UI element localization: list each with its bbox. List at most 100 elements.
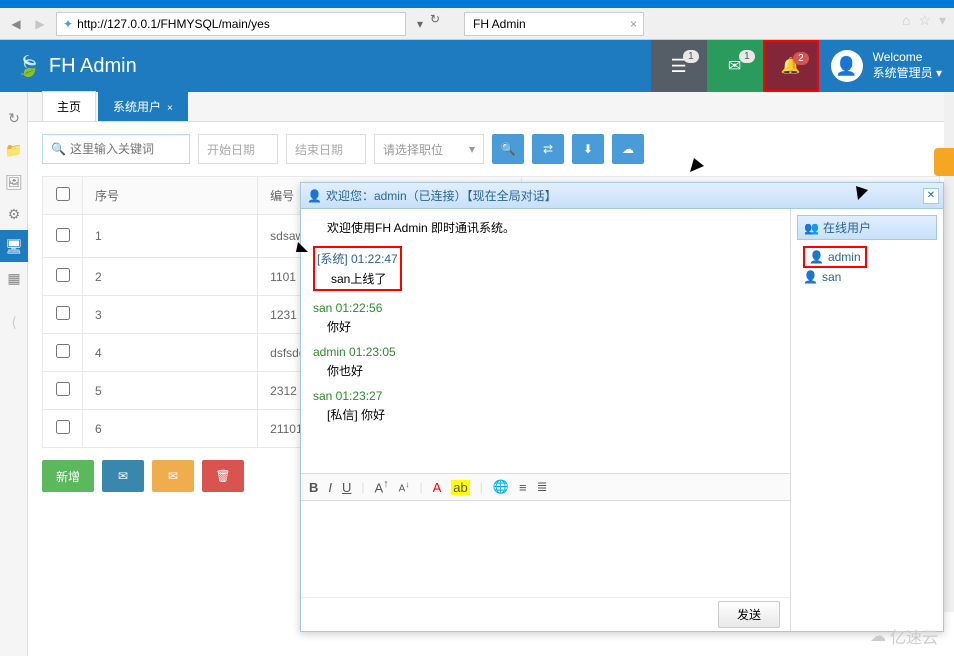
url-dropdown-icon[interactable]: ▾ — [410, 17, 430, 31]
chat-close-button[interactable]: ✕ — [923, 188, 939, 204]
row-checkbox[interactable] — [56, 228, 70, 242]
chat-header[interactable]: 👤 欢迎您：admin（已连接）【现在全局对话】 ✕ — [301, 183, 943, 209]
sidebar-folder-icon[interactable]: 📁 — [0, 134, 28, 166]
position-select[interactable]: 请选择职位▾ — [374, 134, 484, 164]
sidebar-grid-icon[interactable]: ▦ — [0, 262, 28, 294]
welcome-block: Welcome 系统管理员 ▾ — [873, 50, 942, 81]
online-header: 👥 在线用户 — [797, 215, 937, 240]
select-all-checkbox[interactable] — [56, 187, 70, 201]
refresh-button[interactable]: ↻ — [430, 12, 454, 36]
header-bell-button[interactable]: 🔔 2 — [763, 40, 819, 92]
th-checkbox — [43, 177, 83, 215]
browser-top-strip — [0, 0, 954, 8]
date-end-input[interactable]: 结束日期 — [286, 134, 366, 164]
watermark: ☁ 亿速云 — [870, 624, 938, 648]
user-icon: 👤 — [803, 270, 818, 284]
back-button[interactable]: ◀ — [4, 12, 28, 36]
tab-title: FH Admin — [473, 17, 526, 31]
bell-badge: 2 — [793, 52, 809, 65]
sidebar-desktop-icon[interactable]: 🖥 — [0, 230, 28, 262]
header-mail-button[interactable]: ✉ 1 — [707, 40, 763, 92]
url-input[interactable] — [77, 17, 399, 31]
online-user[interactable]: 👤 san — [803, 268, 931, 286]
cell-index: 2 — [83, 258, 258, 296]
list-ul-button[interactable]: ≣ — [537, 479, 548, 495]
chat-input[interactable] — [301, 501, 790, 597]
chat-message: san 01:22:56你好 — [313, 301, 778, 335]
url-box[interactable]: ✦ — [56, 12, 406, 36]
tab-close-icon[interactable]: × — [630, 17, 637, 31]
forward-button[interactable]: ▶ — [28, 12, 52, 36]
avatar: 👤 — [831, 50, 863, 82]
browser-tab[interactable]: FH Admin × — [464, 12, 644, 36]
mail-badge: 1 — [739, 50, 755, 63]
leaf-icon: 🍃 — [16, 54, 41, 79]
logo[interactable]: 🍃 FH Admin — [0, 54, 153, 79]
search-button[interactable]: 🔍 — [492, 134, 524, 164]
list-ol-button[interactable]: ≡ — [519, 480, 527, 495]
sidebar-collapse-icon[interactable]: ⟨ — [0, 306, 28, 338]
user-icon: 👤 — [809, 250, 824, 264]
chat-welcome: 欢迎使用FH Admin 即时通讯系统。 — [313, 219, 778, 236]
row-checkbox[interactable] — [56, 382, 70, 396]
sidebar-image-icon[interactable]: 🖼 — [0, 166, 28, 198]
date-start-input[interactable]: 开始日期 — [198, 134, 278, 164]
cell-index: 5 — [83, 372, 258, 410]
font-increase-button[interactable]: A↑ — [375, 478, 389, 495]
chat-message: [系统] 01:22:47san上线了 — [313, 246, 778, 291]
underline-button[interactable]: U — [342, 480, 351, 495]
header-menu-button[interactable]: ☰ 1 — [651, 40, 707, 92]
tab-home[interactable]: 主页 — [42, 91, 96, 121]
online-user[interactable]: 👤 admin — [803, 246, 867, 268]
chat-main: 欢迎使用FH Admin 即时通讯系统。 [系统] 01:22:47san上线了… — [301, 209, 791, 631]
sidebar-gear-icon[interactable]: ⚙ — [0, 198, 28, 230]
tab-users[interactable]: 系统用户× — [98, 91, 188, 121]
emoji-button[interactable]: 🌐 — [493, 479, 509, 495]
chat-dialog: 👤 欢迎您：admin（已连接）【现在全局对话】 ✕ 欢迎使用FH Admin … — [300, 182, 944, 632]
user-box[interactable]: 👤 Welcome 系统管理员 ▾ — [819, 50, 954, 82]
row-checkbox[interactable] — [56, 420, 70, 434]
cell-index: 4 — [83, 334, 258, 372]
row-checkbox[interactable] — [56, 344, 70, 358]
users-icon: 👥 — [804, 221, 819, 235]
font-color-button[interactable]: A — [433, 480, 442, 495]
logo-text: FH Admin — [49, 55, 137, 78]
content-tabs: 主页 系统用户× — [28, 92, 954, 122]
home-icon[interactable]: ⌂ — [902, 12, 910, 29]
chat-title: 欢迎您：admin（已连接）【现在全局对话】 — [326, 187, 557, 204]
browser-address-bar: ◀ ▶ ✦ ▾ ↻ FH Admin × ⌂ ☆ ▾ — [0, 8, 954, 40]
mail-orange-button[interactable]: ✉ — [152, 460, 194, 492]
cell-index: 1 — [83, 215, 258, 258]
chat-message: san 01:23:27[私信] 你好 — [313, 389, 778, 423]
user-icon: 👤 — [307, 189, 322, 203]
download-button[interactable]: ⬇ — [572, 134, 604, 164]
cell-index: 3 — [83, 296, 258, 334]
bold-button[interactable]: B — [309, 480, 318, 495]
highlight-button[interactable]: ab — [451, 480, 469, 495]
float-button[interactable] — [934, 148, 954, 176]
send-button[interactable]: 发送 — [718, 601, 780, 628]
role-label: 系统管理员 — [873, 66, 933, 80]
search-input[interactable] — [70, 142, 181, 156]
mail-button[interactable]: ✉ — [102, 460, 144, 492]
italic-button[interactable]: I — [328, 480, 332, 495]
add-button[interactable]: 新增 — [42, 460, 94, 492]
delete-button[interactable]: 🗑 — [202, 460, 244, 492]
sidebar-refresh-icon[interactable]: ↻ — [0, 102, 28, 134]
menu-badge: 1 — [683, 50, 699, 63]
swap-button[interactable]: ⇄ — [532, 134, 564, 164]
cloud-icon: ☁ — [870, 626, 886, 646]
chat-message: admin 01:23:05你也好 — [313, 345, 778, 379]
editor-toolbar: B I U | A↑ A↓ | A ab | 🌐 ≡ ≣ — [301, 473, 790, 501]
font-decrease-button[interactable]: A↓ — [399, 479, 410, 494]
row-checkbox[interactable] — [56, 268, 70, 282]
cloud-button[interactable]: ☁ — [612, 134, 644, 164]
chat-footer: 发送 — [301, 597, 790, 631]
online-list: 👤 admin👤 san — [797, 240, 937, 292]
app-header: 🍃 FH Admin ☰ 1 ✉ 1 🔔 2 👤 Welcome 系统管理员 ▾ — [0, 40, 954, 92]
menu-icon[interactable]: ▾ — [939, 12, 946, 29]
search-box[interactable]: 🔍 — [42, 134, 190, 164]
star-icon[interactable]: ☆ — [918, 12, 931, 29]
tab-close-icon[interactable]: × — [167, 103, 173, 114]
row-checkbox[interactable] — [56, 306, 70, 320]
